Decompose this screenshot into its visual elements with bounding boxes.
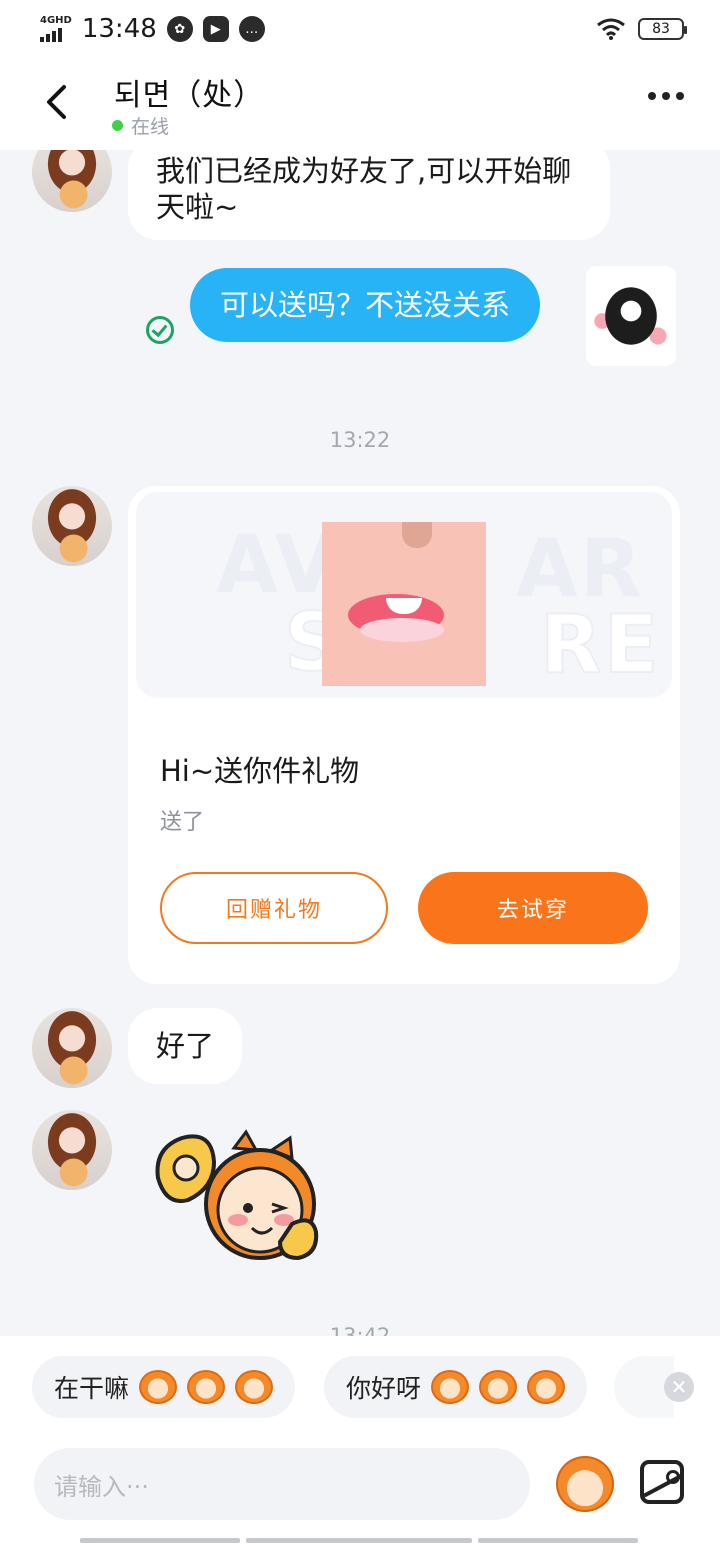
online-dot-icon: [112, 120, 123, 131]
my-avatar[interactable]: [586, 266, 676, 366]
sticker-ok-icon[interactable]: [152, 1128, 322, 1264]
message-icon: …: [238, 16, 265, 42]
return-gift-button[interactable]: 回赠礼物: [160, 872, 388, 944]
message-bubble-incoming: 好了: [128, 1008, 243, 1084]
gift-title: Hi~送你件礼物: [160, 754, 360, 788]
wechat-icon: ✿: [166, 16, 193, 42]
sticker-emoji-icon: [187, 1370, 226, 1404]
media-icon: ▶: [202, 16, 229, 42]
battery-icon: 83: [638, 18, 687, 40]
chevron-left-icon: [47, 85, 66, 119]
network-indicator: 4GHD: [40, 16, 72, 42]
back-button[interactable]: [34, 80, 78, 124]
sticker-emoji-icon: [235, 1370, 274, 1404]
contact-avatar[interactable]: [32, 1008, 112, 1088]
wifi-icon: [597, 18, 625, 40]
contact-avatar[interactable]: [32, 486, 112, 566]
quick-reply-chip[interactable]: 在干嘛: [32, 1356, 296, 1418]
sticker-emoji-icon: [479, 1370, 518, 1404]
close-icon[interactable]: ✕: [664, 1372, 694, 1402]
more-options-button[interactable]: [648, 92, 684, 100]
gift-card: AV AR S RE Hi~送你件礼物 送了 回赠礼物 去试穿: [128, 486, 680, 984]
contact-avatar[interactable]: [32, 1110, 112, 1190]
quick-reply-label: 你好呀: [346, 1374, 422, 1403]
status-bar: 4GHD 13:48 ✿ ▶ … 83: [0, 0, 720, 58]
try-on-button[interactable]: 去试穿: [418, 872, 648, 944]
read-check-icon: [146, 316, 174, 344]
chat-header: 되면（处） 在线: [0, 58, 720, 150]
message-bubble-outgoing: 可以送吗？不送没关系: [190, 268, 541, 342]
clock: 13:48: [81, 14, 157, 44]
signal-icon: [40, 28, 62, 42]
online-status: 在线: [112, 112, 169, 139]
message-bubble-incoming: 我们已经成为好友了,可以开始聊天啦~: [128, 138, 610, 240]
battery-level: 83: [652, 21, 670, 37]
watermark-bottom-right: RE: [539, 597, 661, 692]
quick-reply-chip[interactable]: 你好呀: [324, 1356, 588, 1418]
contact-name: 되면（处）: [114, 78, 265, 113]
gift-item-image: [322, 522, 486, 686]
quick-reply-label: 在干嘛: [54, 1374, 130, 1403]
timestamp: 13:22: [329, 428, 391, 452]
sticker-emoji-icon: [139, 1370, 178, 1404]
sticker-emoji-icon: [527, 1370, 566, 1404]
online-status-text: 在线: [131, 116, 170, 138]
sticker-emoji-icon: [431, 1370, 470, 1404]
network-type: 4GHD: [40, 15, 72, 26]
message-input[interactable]: 请输入···: [34, 1448, 530, 1520]
image-icon[interactable]: [640, 1460, 684, 1504]
gift-subtitle: 送了: [160, 810, 205, 835]
gift-preview[interactable]: AV AR S RE: [136, 492, 672, 698]
composer-panel: 在干嘛 你好呀 ✕ 请输入···: [0, 1336, 720, 1544]
sticker-button[interactable]: [556, 1456, 614, 1512]
navigation-bar: [80, 1538, 638, 1543]
